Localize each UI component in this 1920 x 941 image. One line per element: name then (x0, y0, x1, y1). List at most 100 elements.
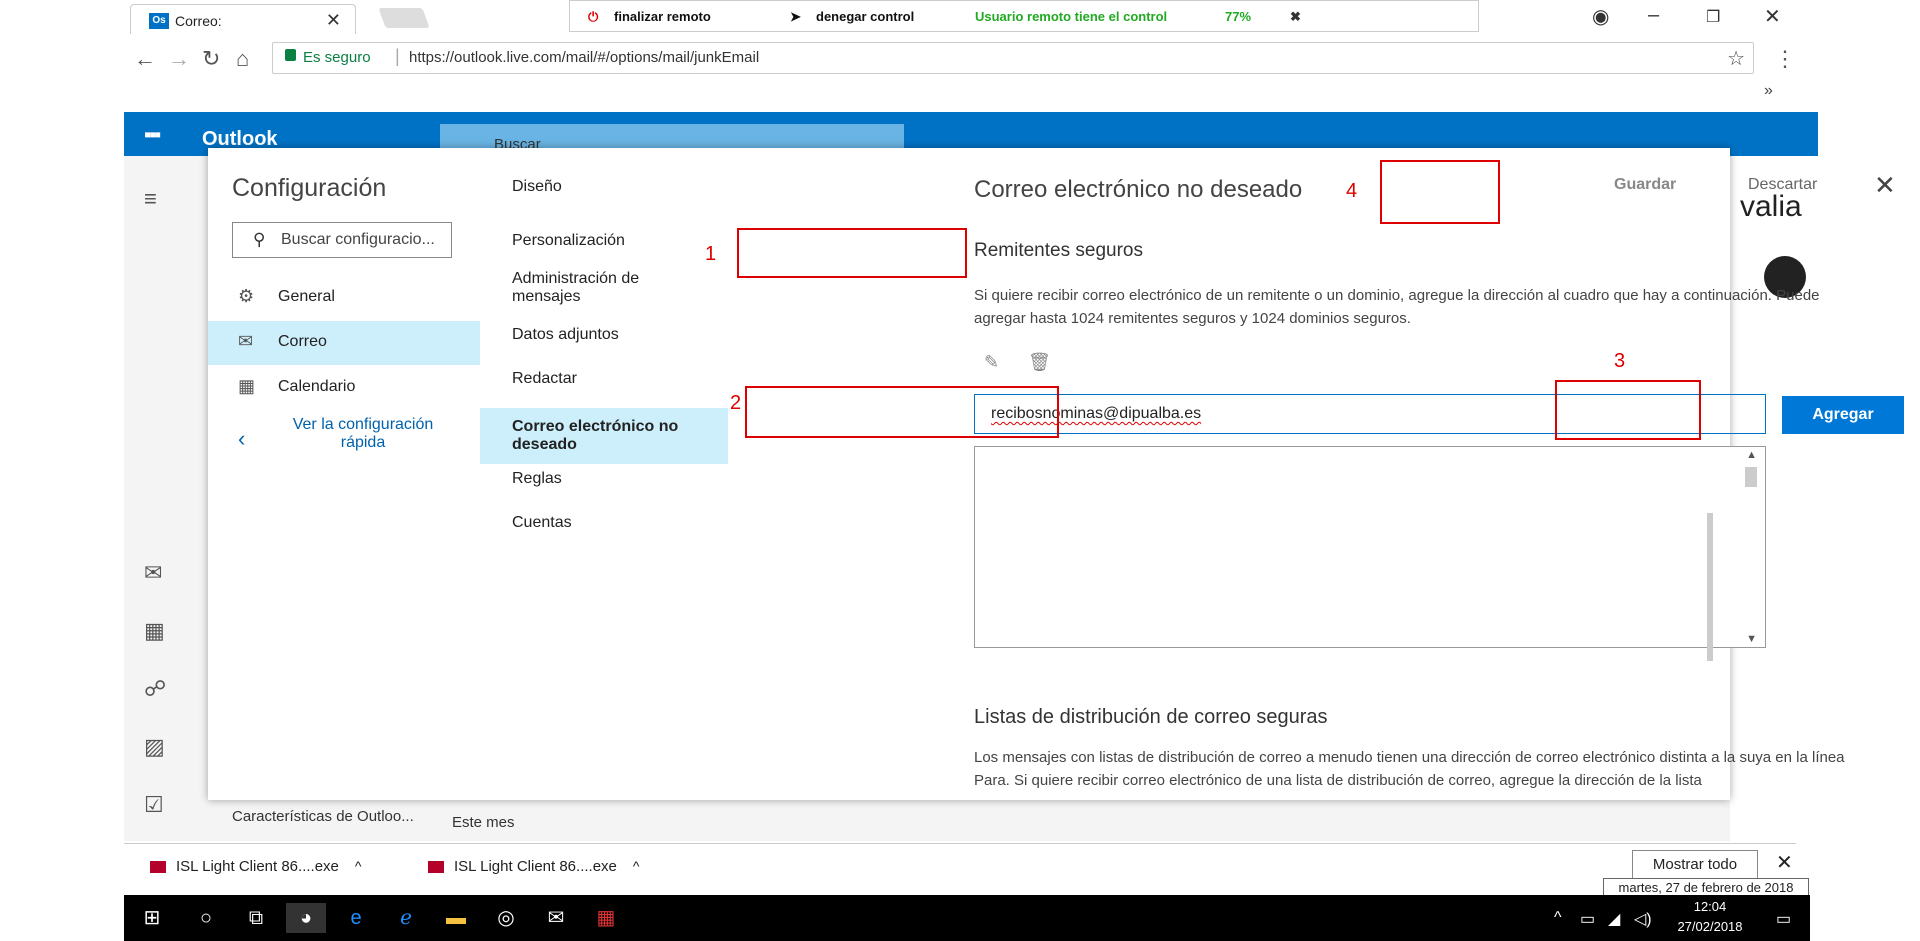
annotation-number-2: 2 (730, 392, 742, 414)
app-globe-icon[interactable]: ◎ (486, 903, 526, 933)
close-icon[interactable]: ✕ (1874, 170, 1896, 201)
show-all-button[interactable]: Mostrar todo (1632, 850, 1758, 880)
people-icon[interactable]: ☍ (144, 676, 166, 702)
settings-dialog: Configuración ⚲ Buscar configuracio... ⚙… (208, 148, 1904, 800)
subnav-redactar[interactable]: Redactar (480, 370, 728, 394)
secure-label: Es seguro (303, 49, 371, 66)
chevron-up-icon[interactable]: ^ (355, 858, 362, 874)
browser-tab[interactable]: Os Correo: ✕ (130, 4, 356, 34)
hamburger-icon[interactable]: ≡ (144, 186, 157, 212)
quick-settings-link[interactable]: ‹ Ver la configuración rápida (232, 416, 482, 466)
end-remote-button[interactable]: finalizar remoto (614, 9, 711, 24)
subnav-diseno[interactable]: Diseño (480, 178, 728, 202)
tab-close-icon[interactable]: ✕ (326, 10, 341, 31)
task-view-icon[interactable]: ⧉ (236, 903, 276, 933)
safe-senders-list[interactable]: ▲ ▼ (974, 446, 1766, 648)
discard-button[interactable]: Descartar (1748, 176, 1817, 194)
calendar-icon[interactable]: ▦ (144, 618, 165, 644)
remote-status-text: Usuario remoto tiene el control (975, 9, 1168, 24)
file-explorer-icon[interactable]: ▬ (436, 903, 476, 933)
remote-percent: 77% (1225, 9, 1252, 24)
reload-icon[interactable]: ↻ (202, 46, 220, 72)
scroll-down-icon[interactable]: ▼ (1746, 633, 1757, 645)
safe-senders-description: Si quiere recibir correo electrónico de … (974, 287, 1820, 327)
cortana-icon[interactable]: ○ (186, 903, 226, 933)
pointer-icon: ➤ (790, 9, 801, 24)
nav-label: General (278, 288, 335, 305)
nav-item-correo[interactable]: ✉ Correo (208, 321, 480, 365)
windows-start-icon[interactable]: ⊞ (132, 903, 172, 933)
dialog-scrollbar[interactable] (1707, 200, 1715, 661)
download-item[interactable]: ISL Light Client 86....exe ^ (428, 858, 639, 875)
edit-pencil-icon[interactable]: ✎ (984, 352, 999, 373)
features-link[interactable]: Características de Outloo... (232, 808, 414, 825)
settings-title: Configuración (232, 174, 387, 202)
subnav-cuentas[interactable]: Cuentas (480, 514, 728, 538)
address-bar[interactable]: Es seguro | https://outlook.live.com/mai… (272, 42, 1754, 74)
profile-icon[interactable]: ◉ (1592, 4, 1609, 29)
restore-button[interactable]: ❐ (1706, 7, 1720, 27)
add-button[interactable]: Agregar (1782, 396, 1904, 434)
annotation-number-4: 4 (1346, 180, 1358, 202)
clock-time: 12:04 (1693, 899, 1727, 914)
mail-app-icon[interactable]: ✉ (536, 903, 576, 933)
forward-icon[interactable]: → (168, 46, 190, 72)
window-close-button[interactable]: ✕ (1764, 4, 1781, 29)
windows-taskbar: ⊞ ○ ⧉ ◕ e ℯ ▬ ◎ ✉ ▦ ^ ▭ ◢ ◁) 12:04 27/02… (124, 895, 1810, 941)
nav-item-general[interactable]: ⚙ General (208, 276, 480, 320)
annotation-box-2 (745, 386, 1059, 438)
scroll-up-icon[interactable]: ▲ (1746, 449, 1757, 461)
dialog-scroll-thumb[interactable] (1707, 513, 1713, 661)
mail-icon[interactable]: ✉ (144, 560, 162, 586)
shelf-close-icon[interactable]: ✕ (1776, 850, 1793, 875)
menu-dots-icon[interactable]: ⋮ (1774, 46, 1796, 72)
deny-control-button[interactable]: denegar control (816, 9, 914, 24)
subnav-label: Correo electrónico no deseado (512, 418, 679, 453)
chevron-up-icon[interactable]: ^ (633, 858, 640, 874)
subnav-label: Diseño (512, 178, 562, 195)
bookmark-star-icon[interactable]: ☆ (1727, 46, 1745, 71)
nav-label: Calendario (278, 378, 356, 395)
battery-icon[interactable]: ▭ (1580, 909, 1595, 929)
subnav-administracion[interactable]: Administración de mensajes (480, 270, 728, 310)
wifi-icon[interactable]: ◢ (1608, 909, 1620, 929)
isl-app-icon[interactable]: ▦ (586, 903, 626, 933)
tasks-icon[interactable]: ☑ (144, 792, 164, 818)
chrome-icon[interactable]: ◕ (286, 903, 326, 933)
subnav-reglas[interactable]: Reglas (480, 470, 728, 494)
outlook-favicon-icon: Os (149, 13, 169, 29)
list-scroll-thumb[interactable] (1745, 467, 1757, 487)
photos-icon[interactable]: ▨ (144, 734, 165, 760)
bookmarks-more[interactable]: » (1764, 82, 1773, 100)
delete-trash-icon[interactable]: 🗑 (1028, 352, 1051, 373)
back-icon[interactable]: ← (134, 46, 156, 72)
nav-item-calendario[interactable]: ▦ Calendario (208, 366, 480, 410)
home-icon[interactable]: ⌂ (236, 46, 249, 72)
taskbar-clock[interactable]: 12:04 27/02/2018 (1670, 897, 1750, 937)
subnav-no-deseado[interactable]: Correo electrónico no deseado (480, 408, 728, 464)
minimize-button[interactable]: – (1648, 4, 1659, 27)
new-tab-button[interactable] (378, 8, 430, 28)
pin-icon[interactable]: ✖ (1290, 9, 1301, 25)
subnav-label: Datos adjuntos (512, 326, 619, 343)
browser-chrome: Os Correo: ✕ ⏻ finalizar remoto ➤ denega… (124, 0, 1796, 110)
power-icon[interactable]: ⏻ (588, 9, 598, 25)
subnav-adjuntos[interactable]: Datos adjuntos (480, 326, 728, 350)
quick-settings-label: Ver la configuración rápida (292, 416, 434, 451)
volume-icon[interactable]: ◁) (1634, 909, 1652, 929)
tray-expand-icon[interactable]: ^ (1554, 909, 1562, 927)
url-text[interactable]: https://outlook.live.com/mail/#/options/… (409, 49, 759, 66)
month-group-label: Este mes (452, 814, 515, 831)
app-launcher-icon[interactable]: ▪▪▪ (144, 124, 161, 147)
safe-lists-title: Listas de distribución de correo seguras (974, 706, 1328, 728)
save-button[interactable]: Guardar (1614, 176, 1676, 194)
download-item[interactable]: ISL Light Client 86....exe ^ (150, 858, 361, 875)
subnav-personalizacion[interactable]: Personalización (480, 232, 728, 256)
mail-icon: ✉ (238, 331, 254, 351)
subnav-label: Administración de mensajes (512, 270, 640, 305)
ie-icon[interactable]: ℯ (386, 903, 426, 933)
settings-search-input[interactable]: ⚲ Buscar configuracio... (232, 222, 452, 258)
clock-date: 27/02/2018 (1677, 919, 1743, 934)
action-center-icon[interactable]: ▭ (1776, 909, 1791, 929)
edge-icon[interactable]: e (336, 903, 376, 933)
